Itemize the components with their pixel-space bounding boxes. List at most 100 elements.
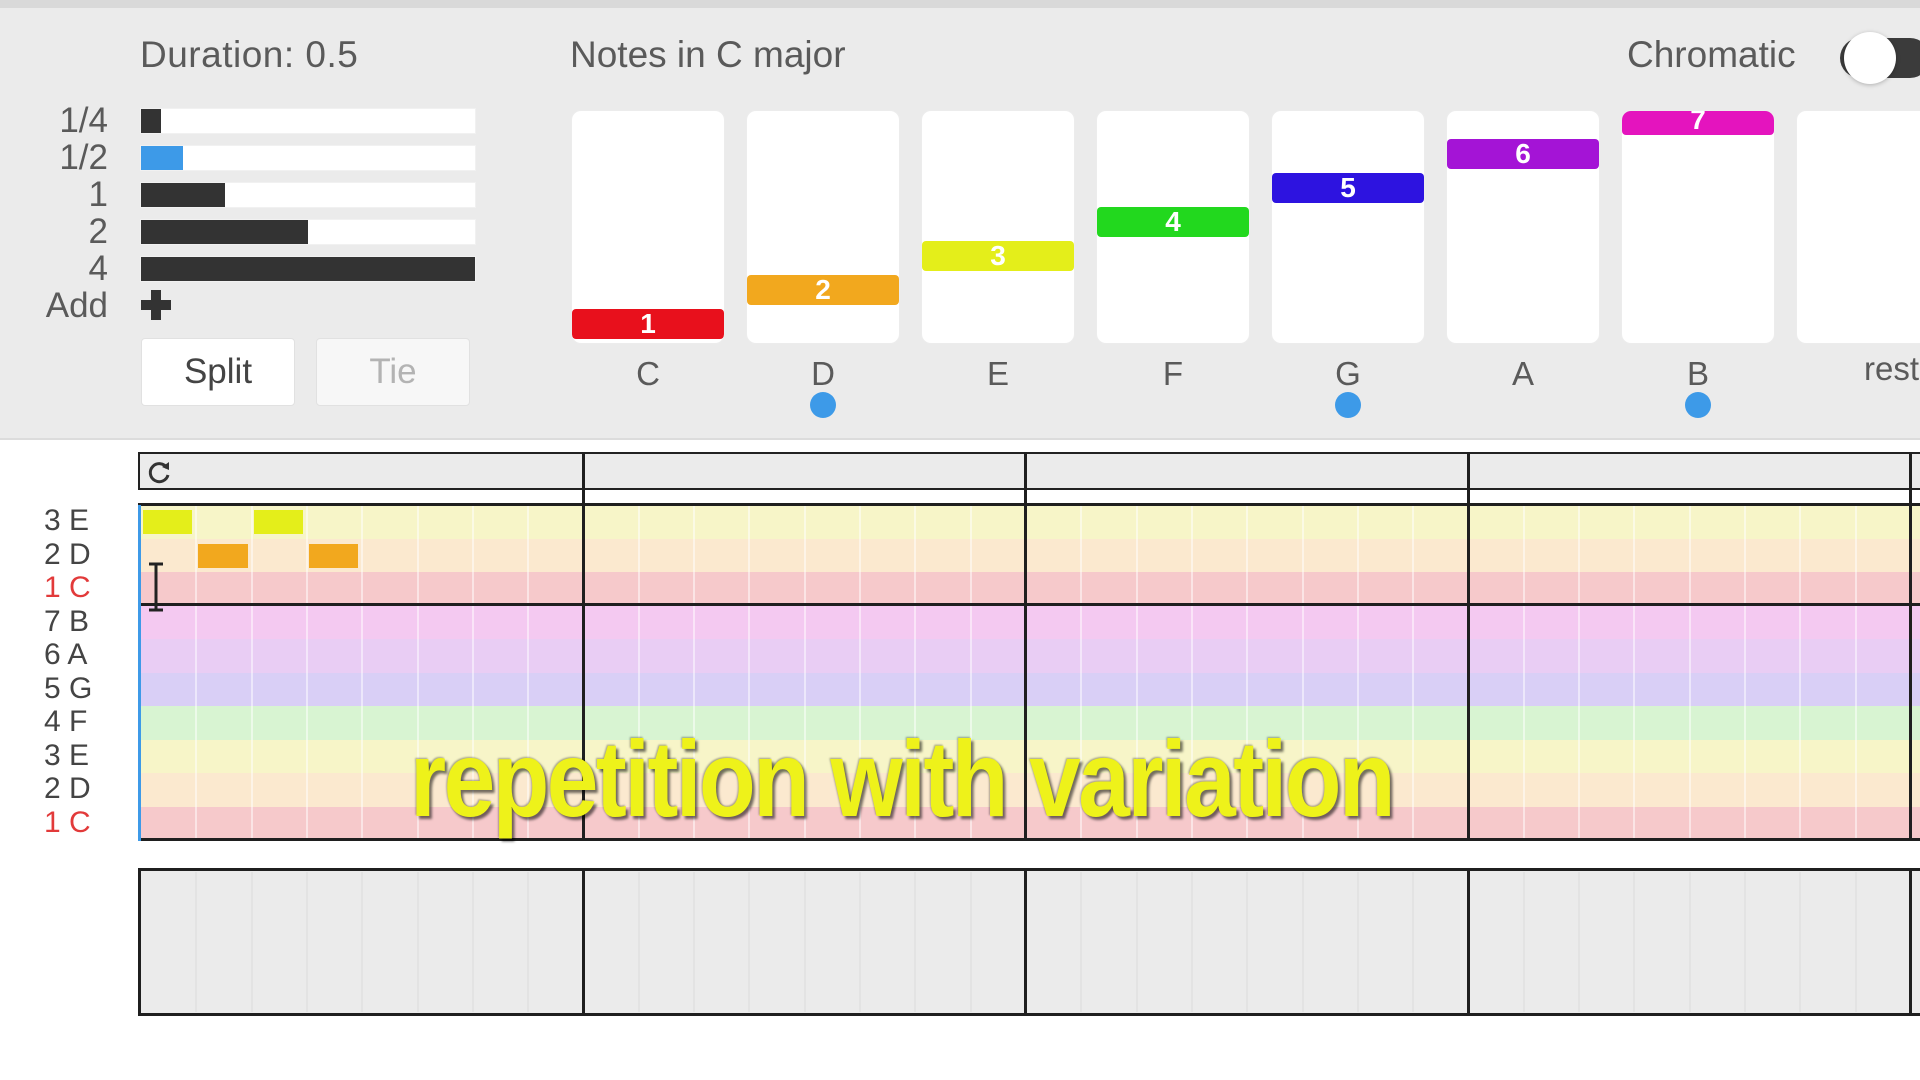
pitch-lane[interactable] xyxy=(140,572,1920,606)
duration-bar[interactable] xyxy=(140,145,476,171)
chromatic-toggle-knob[interactable] xyxy=(1844,32,1896,84)
add-duration-icon[interactable] xyxy=(141,290,171,320)
note-name-label: rest xyxy=(1864,350,1920,387)
pitch-lane[interactable] xyxy=(140,505,1920,539)
measure-line xyxy=(1909,868,1912,1016)
note-card-e[interactable]: 3 xyxy=(921,110,1075,344)
note-used-indicator xyxy=(1685,392,1711,418)
duration-label: 1/4 xyxy=(59,101,108,140)
playhead[interactable] xyxy=(138,505,141,841)
measure-line xyxy=(581,868,585,1016)
note-used-indicator xyxy=(810,392,836,418)
timeline-ruler[interactable] xyxy=(138,452,1920,490)
scale-degree-bar: 3 xyxy=(922,241,1074,271)
notes-title: Notes in C major xyxy=(570,34,846,75)
beat-line xyxy=(1799,505,1802,840)
accompaniment-track[interactable] xyxy=(138,868,1920,1016)
beat-line xyxy=(1135,872,1138,1012)
pitch-row-label: 4 F xyxy=(44,705,88,738)
note-card-b[interactable]: 7 xyxy=(1621,110,1775,344)
note-card-d[interactable]: 2 xyxy=(746,110,900,344)
beat-line xyxy=(361,505,364,840)
duration-bar-fill xyxy=(141,183,225,207)
pitch-row-label: 3 E xyxy=(44,504,90,537)
tie-button[interactable]: Tie xyxy=(316,338,470,406)
top-strip xyxy=(0,0,1920,8)
placed-note[interactable] xyxy=(143,510,193,534)
beat-line xyxy=(1522,872,1525,1012)
beat-line xyxy=(1246,872,1249,1012)
scale-degree-bar: 7 xyxy=(1622,111,1774,135)
duration-row[interactable]: 4 xyxy=(0,249,480,288)
duration-row[interactable]: 2 xyxy=(0,212,480,251)
duration-row[interactable]: 1/4 xyxy=(0,101,480,140)
duration-bar[interactable] xyxy=(140,108,476,134)
loop-icon[interactable] xyxy=(144,458,174,488)
split-button[interactable]: Split xyxy=(141,338,295,406)
duration-label: 4 xyxy=(88,249,108,288)
beat-line xyxy=(1633,505,1636,840)
beat-line xyxy=(361,872,364,1012)
duration-bar[interactable] xyxy=(140,182,476,208)
text-cursor-icon xyxy=(149,562,163,612)
beat-line xyxy=(250,872,253,1012)
scale-degree-bar: 4 xyxy=(1097,207,1249,237)
duration-bar-fill-selected xyxy=(141,146,183,170)
note-card-rest[interactable] xyxy=(1796,110,1920,344)
pitch-lane[interactable] xyxy=(140,538,1920,573)
pitch-lane[interactable] xyxy=(140,672,1920,707)
beat-line xyxy=(305,872,308,1012)
duration-bar[interactable] xyxy=(140,256,476,282)
beat-line xyxy=(195,505,198,840)
duration-label: 2 xyxy=(88,212,108,251)
pitch-row-label: 1 C xyxy=(44,571,91,604)
beat-line xyxy=(471,872,474,1012)
beat-line xyxy=(1356,872,1359,1012)
beat-line xyxy=(1744,872,1747,1012)
scale-degree-bar: 2 xyxy=(747,275,899,305)
note-card-a[interactable]: 6 xyxy=(1446,110,1600,344)
beat-line xyxy=(250,505,253,840)
beat-line xyxy=(859,872,862,1012)
beat-line xyxy=(748,872,751,1012)
placed-note[interactable] xyxy=(198,543,248,568)
video-caption: repetition with variation xyxy=(410,718,1396,839)
duration-row[interactable]: 1 xyxy=(0,175,480,214)
beat-line xyxy=(1744,505,1747,840)
beat-line xyxy=(1578,872,1581,1012)
note-name-label: A xyxy=(1511,355,1534,392)
note-name-label: E xyxy=(986,355,1009,392)
beat-line xyxy=(969,872,972,1012)
scale-degree-bar: 6 xyxy=(1447,139,1599,169)
placed-note[interactable] xyxy=(308,543,359,568)
beat-line xyxy=(1854,505,1857,840)
pitch-row-label: 7 B xyxy=(44,604,90,638)
duration-row[interactable]: 1/2 xyxy=(0,138,480,177)
octave-divider xyxy=(140,603,1920,606)
note-card-g[interactable]: 5 xyxy=(1271,110,1425,344)
duration-title: Duration: 0.5 xyxy=(140,34,359,75)
measure-line xyxy=(1024,868,1027,1016)
note-card-f[interactable]: 4 xyxy=(1096,110,1250,344)
pitch-lane[interactable] xyxy=(140,639,1920,673)
add-duration-label: Add xyxy=(45,286,108,325)
duration-bar[interactable] xyxy=(140,219,476,245)
beat-line xyxy=(527,872,530,1012)
beat-line xyxy=(1688,872,1691,1012)
duration-label: 1 xyxy=(88,175,108,214)
beat-line xyxy=(1412,505,1415,840)
beat-line xyxy=(637,872,640,1012)
note-used-indicator xyxy=(1335,392,1361,418)
note-name-label: D xyxy=(811,355,835,392)
note-name-label: C xyxy=(636,355,660,392)
beat-line xyxy=(1080,872,1083,1012)
placed-note[interactable] xyxy=(253,510,303,534)
duration-bar-fill xyxy=(141,220,308,244)
beat-line xyxy=(1301,872,1304,1012)
pitch-lane[interactable] xyxy=(140,605,1920,640)
beat-line xyxy=(305,505,308,840)
note-card-c[interactable]: 1 xyxy=(571,110,725,344)
measure-line xyxy=(1909,452,1912,841)
duration-label: 1/2 xyxy=(59,138,108,177)
pitch-row-label: 6 A xyxy=(44,638,88,671)
